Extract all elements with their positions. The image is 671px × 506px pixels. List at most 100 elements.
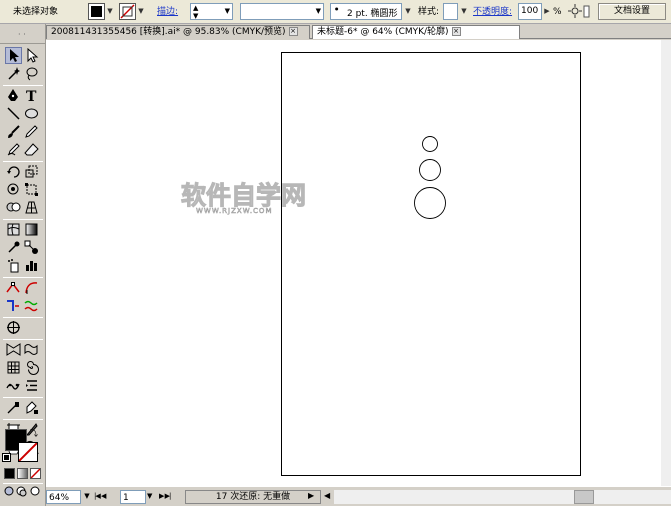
control-bar: 未选择对象 ▼ ▼ 描边: ▲ ▼ ▼ ▼ ● 2 pt. 椭圆形 ▼ 样式: ▼… [0, 0, 671, 24]
stroke-label[interactable]: 描边: [157, 6, 178, 18]
type-tool[interactable]: T [23, 87, 40, 104]
curvature-icon [25, 282, 38, 294]
eyedropper-tool[interactable] [5, 239, 22, 256]
opacity-label[interactable]: 不透明度: [473, 6, 512, 18]
mesh-tool[interactable] [5, 221, 22, 238]
blob-brush-tool[interactable] [5, 141, 22, 158]
shape-builder-tool[interactable] [5, 199, 22, 216]
perspective-grid-tool[interactable] [23, 199, 40, 216]
recolor-artwork-button[interactable] [567, 3, 591, 20]
blend-tool[interactable] [23, 239, 40, 256]
puppet-warp-tool[interactable] [5, 377, 22, 394]
rotate-tool[interactable] [5, 163, 22, 180]
scroll-left-arrow[interactable]: ◀ [324, 490, 332, 504]
scale-tool[interactable] [23, 163, 40, 180]
none-slash-icon [30, 468, 41, 479]
gradient-tool[interactable] [23, 221, 40, 238]
horizontal-scrollbar-thumb[interactable] [574, 490, 594, 504]
eraser-icon [24, 143, 39, 156]
stroke-dropdown-arrow[interactable]: ▼ [136, 3, 146, 20]
align-tool[interactable] [23, 377, 40, 394]
close-icon[interactable]: × [288, 27, 298, 36]
free-transform-tool[interactable] [23, 181, 40, 198]
variable-width-profile-dropdown[interactable]: ● 2 pt. 椭圆形 [330, 3, 402, 20]
stroke-weight-field[interactable]: ▲ ▼ ▼ [190, 3, 233, 20]
artboard-number-field[interactable]: 1 [120, 490, 146, 504]
zoom-dropdown-icon[interactable]: ▼ [82, 490, 92, 504]
drawing-mode-row [3, 485, 43, 497]
gradient-mode-icon[interactable] [17, 468, 28, 479]
pen-tool[interactable] [5, 87, 22, 104]
swap-fill-stroke-icon[interactable]: ⤵ [30, 428, 38, 439]
horizontal-scrollbar-track-right[interactable] [594, 490, 671, 504]
paintbrush-tool[interactable] [5, 123, 22, 140]
none-mode-icon[interactable] [30, 468, 41, 479]
small-circle[interactable] [422, 136, 438, 152]
pencil-tool[interactable] [23, 123, 40, 140]
variable-width-dropdown-arrow[interactable]: ▼ [403, 3, 413, 20]
rotate-icon [7, 166, 20, 178]
perspective-grid-icon [25, 201, 38, 214]
large-circle[interactable] [414, 187, 446, 219]
tab-document-2[interactable]: 未标题-6* @ 64% (CMYK/轮廓) × [312, 25, 520, 39]
width-tool[interactable] [5, 297, 22, 314]
crosshair-icon [7, 321, 20, 334]
warp-wave-tool[interactable] [23, 341, 40, 358]
draw-mode-icons[interactable] [3, 485, 43, 497]
lasso-icon [26, 67, 38, 81]
document-canvas[interactable]: 软件自学网 WWW.RJZXW.COM [46, 40, 671, 486]
last-artboard-button[interactable]: ▶ ▶| [159, 490, 183, 504]
column-graph-tool[interactable] [23, 257, 40, 274]
lasso-tool[interactable] [23, 65, 40, 82]
scale-icon [25, 165, 38, 178]
stroke-color-box[interactable] [18, 442, 38, 462]
anchor-point-tool[interactable] [5, 279, 22, 296]
zoom-level-field[interactable]: 64% [46, 490, 81, 504]
document-setup-button[interactable]: 文档设置 [598, 3, 666, 20]
stroke-none-swatch[interactable] [119, 3, 136, 20]
stroke-weight-spinner[interactable]: ▲ ▼ [193, 4, 198, 20]
envelope-distort-tool[interactable] [5, 341, 22, 358]
stroke-none-icon [120, 4, 135, 19]
opacity-field[interactable]: 100 [518, 3, 542, 20]
direct-selection-tool[interactable] [23, 47, 40, 64]
style-dropdown-arrow[interactable]: ▼ [459, 3, 469, 20]
twirl-tool[interactable] [23, 359, 40, 376]
smooth-tool[interactable] [23, 297, 40, 314]
magic-wand-tool[interactable] [5, 65, 22, 82]
default-colors-icon[interactable] [2, 453, 11, 462]
brush-definition-dropdown[interactable]: ▼ [240, 3, 324, 20]
artboard-dropdown-icon[interactable]: ▼ [147, 490, 157, 504]
eraser-tool[interactable] [23, 141, 40, 158]
line-segment-tool[interactable] [5, 105, 22, 122]
symbol-sprayer-tool[interactable] [5, 257, 22, 274]
medium-circle[interactable] [419, 159, 441, 181]
first-artboard-button[interactable]: |◀ ◀ [94, 490, 118, 504]
artboard[interactable] [281, 52, 581, 476]
selection-status-label: 未选择对象 [13, 7, 59, 17]
selection-tool[interactable] [5, 47, 22, 64]
status-bar: 64% ▼ |◀ ◀ 1 ▼ ▶ ▶| 17 次还原: 无重做 ▶ ◀ [46, 486, 671, 506]
fill-dropdown-arrow[interactable]: ▼ [105, 3, 115, 20]
color-mode-icon[interactable] [4, 468, 15, 479]
tool-separator [3, 483, 43, 484]
ellipse-tool[interactable] [23, 105, 40, 122]
panel-grip[interactable]: · · [0, 24, 46, 44]
graphic-style-swatch[interactable] [443, 3, 458, 20]
grid-tool[interactable] [5, 359, 22, 376]
blob-brush-icon [7, 143, 20, 156]
fill-color-swatch[interactable] [88, 3, 105, 20]
opacity-dropdown-arrow[interactable]: ▶ [542, 3, 552, 20]
horizontal-scrollbar-track[interactable] [334, 490, 574, 504]
artboard-eyedropper-tool[interactable] [5, 399, 22, 416]
live-paint-tool[interactable] [23, 399, 40, 416]
tab-document-1[interactable]: 200811431355456 [转换].ai* @ 95.83% (CMYK/… [46, 25, 310, 39]
tool-separator [3, 85, 43, 86]
warp-tool[interactable] [5, 181, 22, 198]
curvature-tool[interactable] [23, 279, 40, 296]
vertical-scrollbar[interactable] [661, 40, 671, 486]
slice-tool[interactable] [5, 319, 22, 336]
status-menu-arrow[interactable]: ▶ [308, 490, 320, 504]
stroke-weight-dropdown-icon[interactable]: ▼ [225, 4, 230, 19]
close-icon[interactable]: × [451, 27, 461, 36]
